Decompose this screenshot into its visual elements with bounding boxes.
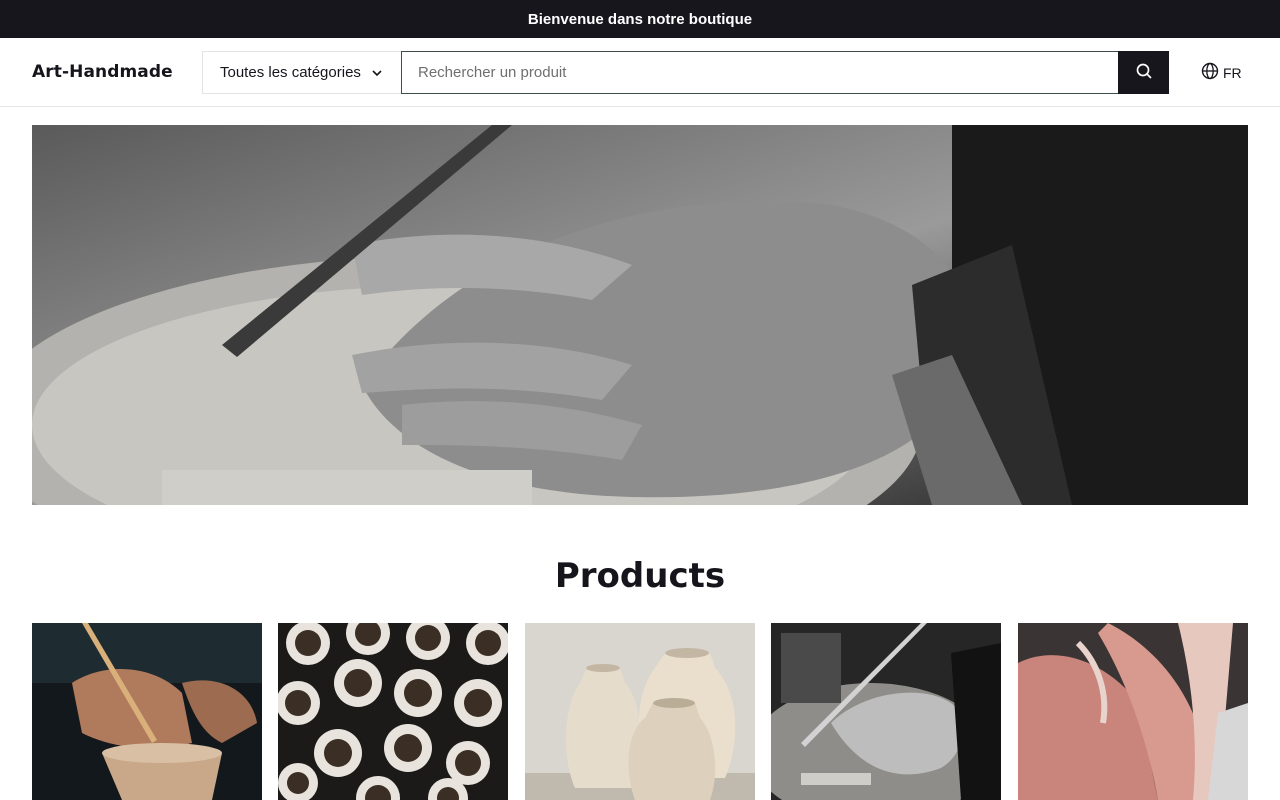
hero-banner	[32, 125, 1248, 505]
chevron-down-icon	[371, 67, 383, 79]
globe-icon	[1201, 62, 1219, 83]
product-card[interactable]	[278, 623, 508, 800]
products-grid	[32, 623, 1248, 800]
product-card[interactable]	[771, 623, 1001, 800]
product-card[interactable]	[32, 623, 262, 800]
site-header: Art-Handmade Toutes les catégories FR	[0, 38, 1280, 107]
site-logo[interactable]: Art-Handmade	[32, 62, 173, 82]
craftsman-carving-wood-image	[32, 125, 1248, 505]
category-select[interactable]: Toutes les catégories	[202, 51, 402, 94]
language-label: FR	[1223, 64, 1242, 81]
search-button[interactable]	[1118, 51, 1169, 94]
announcement-bar: Bienvenue dans notre boutique	[0, 0, 1280, 38]
product-card[interactable]	[1018, 623, 1248, 800]
product-card[interactable]	[525, 623, 755, 800]
clay-hands-image	[1018, 623, 1248, 800]
search-input[interactable]	[401, 51, 1119, 94]
products-title: Products	[554, 556, 726, 596]
announcement-text: Bienvenue dans notre boutique	[527, 10, 753, 28]
category-select-label: Toutes les catégories	[220, 64, 361, 81]
search-icon	[1135, 62, 1153, 83]
ceramic-cups-image	[278, 623, 508, 800]
ceramic-vases-image	[525, 623, 755, 800]
pottery-carving-image	[32, 623, 262, 800]
wood-carving-image	[771, 623, 1001, 800]
language-selector[interactable]: FR	[1201, 62, 1242, 83]
